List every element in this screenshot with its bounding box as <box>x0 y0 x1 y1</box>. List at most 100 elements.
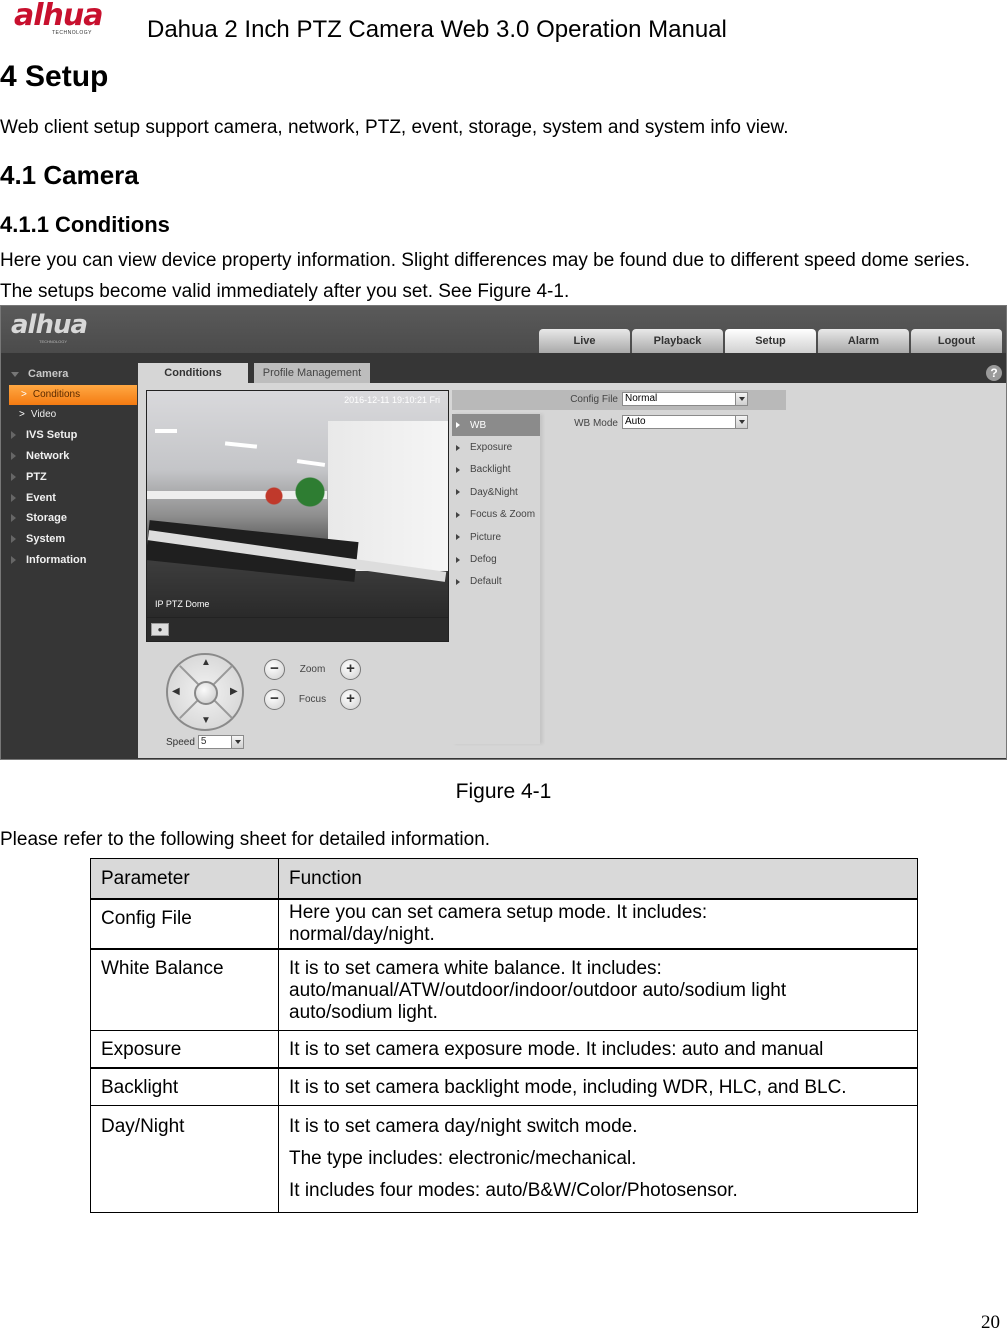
dahua-logo: alhua TECHNOLOGY <box>14 0 126 38</box>
parameter-table: Parameter Function Config File Here you … <box>90 858 918 1213</box>
tab-conditions[interactable]: Conditions <box>138 363 248 383</box>
menu-item-focus-zoom[interactable]: Focus & Zoom <box>452 504 540 526</box>
tab-profile-management[interactable]: Profile Management <box>254 363 370 383</box>
collapsed-triangle-icon <box>11 514 16 523</box>
chevron-right-icon: > <box>21 389 27 401</box>
param-cell: Day/Night <box>90 1105 279 1213</box>
ptz-center-button[interactable] <box>194 681 218 705</box>
table-row: Backlight It is to set camera backlight … <box>90 1067 918 1106</box>
arrow-down-icon[interactable]: ▼ <box>201 715 211 726</box>
camera-icon[interactable]: ● <box>151 623 169 636</box>
sidebar-subitem-video[interactable]: > Video <box>7 405 139 425</box>
wb-mode-select[interactable]: Auto <box>622 415 748 429</box>
menu-item-exposure[interactable]: Exposure <box>452 436 540 458</box>
sidebar-item-camera[interactable]: Camera <box>7 364 139 385</box>
zoom-out-button[interactable]: − <box>264 659 285 680</box>
video-frame: 2016-12-11 19:10:21 Fri IP PTZ Dome <box>147 391 448 617</box>
config-file-select[interactable]: Normal <box>622 392 748 406</box>
collapsed-triangle-icon <box>11 555 16 564</box>
caret-right-icon <box>456 534 460 541</box>
focus-minus-button[interactable]: − <box>264 689 285 710</box>
menu-item-defog[interactable]: Defog <box>452 548 540 570</box>
param-cell: Config File <box>90 898 279 950</box>
speed-label: Speed <box>166 736 195 748</box>
subsubsection-heading: 4.1.1 Conditions <box>0 212 170 237</box>
config-file-row: Config File Normal <box>452 390 786 410</box>
zoom-label: Zoom <box>299 664 326 675</box>
config-file-label: Config File <box>570 394 618 405</box>
help-icon[interactable]: ? <box>986 365 1002 381</box>
function-cell: It is to set camera white balance. It in… <box>278 948 918 1031</box>
video-toolbar: ● <box>147 618 448 641</box>
sidebar-item-event[interactable]: Event <box>7 487 139 508</box>
table-row: Exposure It is to set camera exposure mo… <box>90 1030 918 1069</box>
sidebar-item-network[interactable]: Network <box>7 446 139 467</box>
nav-tab-live[interactable]: Live <box>539 329 630 353</box>
function-cell: Here you can set camera setup mode. It i… <box>278 898 918 950</box>
nav-tab-alarm[interactable]: Alarm <box>818 329 909 353</box>
sidebar-item-system[interactable]: System <box>7 529 139 550</box>
collapsed-triangle-icon <box>11 472 16 481</box>
arrow-left-icon[interactable]: ◀ <box>172 686 180 697</box>
arrow-right-icon[interactable]: ▶ <box>230 686 238 697</box>
function-cell: It is to set camera exposure mode. It in… <box>278 1030 918 1069</box>
table-row: Day/Night It is to set camera day/night … <box>90 1105 918 1213</box>
section-description: Here you can view device property inform… <box>0 250 970 302</box>
ceiling-light <box>296 459 326 467</box>
sidebar-item-information[interactable]: Information <box>7 550 139 571</box>
function-cell: It is to set camera backlight mode, incl… <box>278 1067 918 1106</box>
chevron-right-icon: > <box>19 409 25 421</box>
zoom-in-button[interactable]: + <box>340 659 361 680</box>
speed-select[interactable]: 5 <box>197 735 244 749</box>
figure-caption: Figure 4-1 <box>455 780 552 803</box>
sidebar-item-ptz[interactable]: PTZ <box>7 466 139 487</box>
nav-tab-logout[interactable]: Logout <box>911 329 1002 353</box>
menu-item-picture[interactable]: Picture <box>452 526 540 548</box>
chevron-down-icon <box>230 736 243 748</box>
menu-item-default[interactable]: Default <box>452 571 540 593</box>
collapsed-triangle-icon <box>11 451 16 460</box>
menu-item-backlight[interactable]: Backlight <box>452 459 540 481</box>
page-number: 20 <box>981 1312 1000 1333</box>
table-intro: Please refer to the following sheet for … <box>0 829 491 850</box>
param-cell: Exposure <box>90 1030 279 1069</box>
main-nav: Live Playback Setup Alarm Logout <box>539 329 1002 353</box>
chevron-down-icon <box>735 393 747 405</box>
nav-tab-playback[interactable]: Playback <box>632 329 723 353</box>
menu-item-wb[interactable]: WB <box>452 414 540 437</box>
section-heading: 4 Setup <box>0 60 109 93</box>
sidebar-subitem-conditions[interactable]: > Conditions <box>9 384 137 405</box>
sidebar-item-ivs-setup[interactable]: IVS Setup <box>7 425 139 446</box>
ui-topbar: alhua TECHNOLOGY Live Playback Setup Ala… <box>1 306 1006 353</box>
live-video-preview: 2016-12-11 19:10:21 Fri IP PTZ Dome ● <box>146 390 449 642</box>
focus-plus-button[interactable]: + <box>340 689 361 710</box>
table-row: White Balance It is to set camera white … <box>90 948 918 1031</box>
subsection-heading: 4.1 Camera <box>0 160 139 190</box>
chevron-down-icon <box>735 416 747 428</box>
collapsed-triangle-icon <box>11 431 16 440</box>
collapsed-triangle-icon <box>11 535 16 544</box>
arrow-up-icon[interactable]: ▲ <box>201 657 211 668</box>
office-items <box>247 476 337 516</box>
menu-item-day-night[interactable]: Day&Night <box>452 481 540 503</box>
page-header: alhua TECHNOLOGY Dahua 2 Inch PTZ Camera… <box>0 0 1007 50</box>
logo-mark: alhua <box>14 0 103 33</box>
ui-logo: alhua <box>11 310 88 340</box>
zoom-control: − Zoom + <box>264 659 361 680</box>
expanded-triangle-icon <box>11 371 19 377</box>
manual-title: Dahua 2 Inch PTZ Camera Web 3.0 Operatio… <box>147 16 727 43</box>
section-intro: Web client setup support camera, network… <box>0 117 789 138</box>
sidebar-item-storage[interactable]: Storage <box>7 508 139 529</box>
content-panel: Conditions Profile Management ? 2016-12-… <box>138 362 1006 758</box>
column-header-function: Function <box>278 858 918 900</box>
figure-screenshot: alhua TECHNOLOGY Live Playback Setup Ala… <box>0 305 1007 760</box>
camera-settings-menu: WB Exposure Backlight Day&Night Focus & … <box>452 414 540 744</box>
param-cell: White Balance <box>90 948 279 1031</box>
nav-tab-setup[interactable]: Setup <box>725 329 816 353</box>
focus-label: Focus <box>298 694 327 705</box>
caret-right-icon <box>456 422 460 429</box>
setup-sidebar: Camera > Conditions > Video IVS Setup Ne… <box>7 364 139 570</box>
caret-right-icon <box>456 511 460 518</box>
ptz-direction-pad[interactable]: ▲ ▼ ◀ ▶ <box>166 653 244 731</box>
caret-right-icon <box>456 466 460 473</box>
